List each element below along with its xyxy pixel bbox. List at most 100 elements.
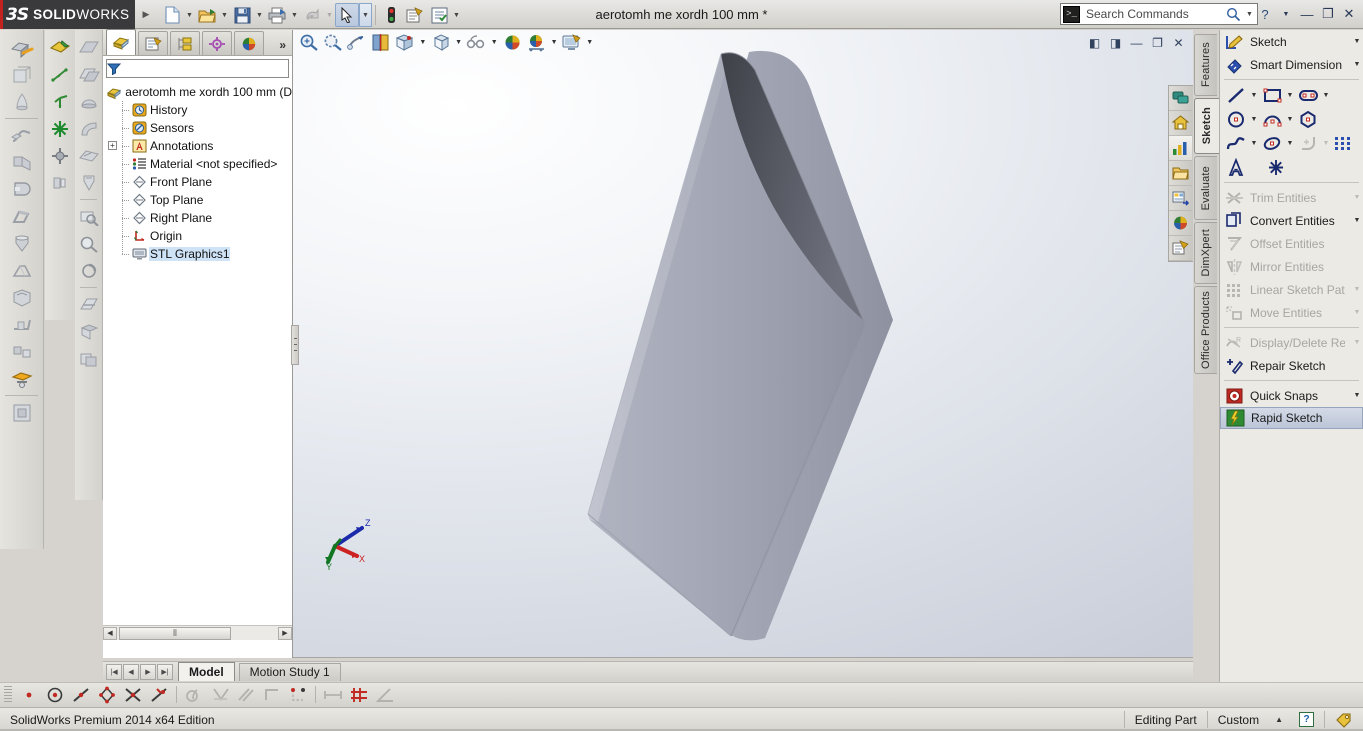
restore-right-icon[interactable]: ◨: [1106, 34, 1125, 52]
traffic-light-icon[interactable]: [379, 3, 403, 27]
minimize-document-button[interactable]: —: [1127, 34, 1146, 52]
units-caret-icon[interactable]: ▲: [1269, 715, 1289, 724]
point-star-icon[interactable]: [45, 115, 74, 142]
select-tool-button[interactable]: ▼: [335, 3, 372, 27]
tabs-overflow-chevron-icon[interactable]: »: [279, 38, 286, 55]
appearances-sphere-icon[interactable]: [1169, 211, 1192, 236]
nearest-icon[interactable]: [146, 684, 172, 706]
cursor-arrow-icon[interactable]: [335, 3, 359, 27]
close-document-button[interactable]: ✕: [1169, 34, 1188, 52]
plane-icon[interactable]: [75, 34, 102, 61]
polygon-tool-button[interactable]: [1296, 108, 1320, 130]
tab-evaluate[interactable]: Evaluate: [1194, 156, 1217, 220]
rotate-view-icon[interactable]: [75, 257, 102, 284]
tree-item-stl-graphics[interactable]: STL Graphics1: [107, 245, 292, 263]
feature-tree-horizontal-scrollbar[interactable]: ◀ ⦀ ▶: [103, 625, 292, 640]
convert-entities-button[interactable]: Convert Entities ▼: [1220, 209, 1363, 232]
hide-show-glasses-icon[interactable]: [465, 31, 488, 54]
next-tab-button[interactable]: ▶: [140, 663, 156, 680]
sketch-plane-icon[interactable]: [45, 34, 74, 61]
move-entities-caret-icon[interactable]: ▼: [1351, 309, 1363, 316]
tree-item-top-plane[interactable]: Top Plane: [107, 191, 292, 209]
point-dot-icon[interactable]: [16, 684, 42, 706]
tab-sketch[interactable]: Sketch: [1194, 98, 1219, 154]
open-folder-icon[interactable]: [195, 3, 219, 27]
planar-surface-icon[interactable]: [75, 142, 102, 169]
line-tool-caret-icon[interactable]: ▼: [1248, 92, 1260, 99]
apply-scene-icon[interactable]: [525, 31, 548, 54]
arc-tool-caret-icon[interactable]: ▼: [1284, 116, 1296, 123]
length-icon[interactable]: [320, 684, 346, 706]
slot-tool-button[interactable]: ▼: [1296, 84, 1332, 106]
section-view-icon[interactable]: [369, 31, 392, 54]
ellipse-tool-caret-icon[interactable]: ▼: [1284, 140, 1296, 147]
linear-sketch-pattern-caret-icon[interactable]: ▼: [1351, 286, 1363, 293]
dimxpert-target-icon[interactable]: [202, 31, 232, 55]
3d-sketch-icon[interactable]: [45, 61, 74, 88]
checklist-icon[interactable]: [427, 3, 451, 27]
revolved-surface-icon[interactable]: [75, 88, 102, 115]
angle-icon[interactable]: [372, 684, 398, 706]
tree-item-annotations[interactable]: + Annotations: [107, 137, 292, 155]
sketch-button[interactable]: Sketch ▼: [1220, 30, 1363, 53]
toolbar-grip[interactable]: [4, 685, 12, 704]
print-document-caret-icon[interactable]: ▼: [289, 3, 300, 27]
ellipse-tool-button[interactable]: ▼: [1260, 132, 1296, 154]
chamfer-icon[interactable]: [0, 203, 43, 230]
zoom-area-icon[interactable]: [75, 230, 102, 257]
tree-item-front-plane[interactable]: Front Plane: [107, 173, 292, 191]
undo-button[interactable]: ▼: [300, 3, 335, 27]
tree-item-material[interactable]: Material <not specified>: [107, 155, 292, 173]
folder-icon[interactable]: [1169, 161, 1192, 186]
fillet-icon[interactable]: [0, 176, 43, 203]
center-mark-icon[interactable]: [45, 142, 74, 169]
zoom-fit-icon[interactable]: [75, 203, 102, 230]
feature-manager-tab[interactable]: [106, 29, 136, 55]
rebuild-button[interactable]: [379, 3, 403, 27]
fastening-icon[interactable]: [45, 169, 74, 196]
select-tool-caret-icon[interactable]: ▼: [359, 3, 372, 27]
zoom-area-icon[interactable]: [321, 31, 344, 54]
custom-properties-button[interactable]: ▼: [427, 3, 462, 27]
line-tool-button[interactable]: ▼: [1224, 84, 1260, 106]
text-tool-button[interactable]: [1224, 156, 1248, 178]
hide-show-icon[interactable]: [75, 345, 102, 372]
horizontal-vertical-icon[interactable]: [259, 684, 285, 706]
shell-icon[interactable]: [0, 284, 43, 311]
open-document-button[interactable]: ▼: [195, 3, 230, 27]
tree-item-sensors[interactable]: Sensors: [107, 119, 292, 137]
search-input[interactable]: Search Commands: [1080, 7, 1226, 21]
new-file-icon[interactable]: [160, 3, 184, 27]
restore-document-button[interactable]: ❐: [1148, 34, 1167, 52]
quick-snaps-caret-icon[interactable]: ▼: [1351, 392, 1363, 399]
units-indicator[interactable]: Custom: [1208, 709, 1269, 731]
panel-splitter-handle[interactable]: [291, 325, 299, 365]
tab-motion-study-1[interactable]: Motion Study 1: [238, 662, 341, 681]
previous-view-icon[interactable]: [345, 31, 368, 54]
hv-points-icon[interactable]: [285, 684, 311, 706]
extrude-boss-icon[interactable]: [0, 34, 43, 61]
reference-geometry-icon[interactable]: [0, 365, 43, 392]
trim-entities-caret-icon[interactable]: ▼: [1351, 194, 1363, 201]
rectangle-tool-button[interactable]: ▼: [1260, 84, 1296, 106]
tree-item-origin[interactable]: Origin: [107, 227, 292, 245]
search-caret-icon[interactable]: ▼: [1244, 11, 1255, 18]
knit-surface-icon[interactable]: [75, 169, 102, 196]
point-tool-button[interactable]: [1264, 156, 1288, 178]
status-help-badge[interactable]: ?: [1289, 709, 1324, 731]
last-tab-button[interactable]: ▶|: [157, 663, 173, 680]
slot-tool-caret-icon[interactable]: ▼: [1320, 92, 1332, 99]
tab-model[interactable]: Model: [178, 662, 235, 681]
rectangle-tool-caret-icon[interactable]: ▼: [1284, 92, 1296, 99]
display-style-icon[interactable]: [75, 318, 102, 345]
midpoint-line-icon[interactable]: [68, 684, 94, 706]
arc-tool-button[interactable]: ▼: [1260, 108, 1296, 130]
display-style-cube-icon[interactable]: [429, 31, 452, 54]
custom-properties-icon[interactable]: [1169, 236, 1192, 261]
display-delete-relations-caret-icon[interactable]: ▼: [1351, 339, 1363, 346]
view-settings-icon[interactable]: [560, 31, 583, 54]
offset-entities-button[interactable]: Offset Entities: [1220, 232, 1363, 255]
view-settings-caret-icon[interactable]: ▼: [584, 31, 595, 54]
move-face-icon[interactable]: [0, 399, 43, 426]
quadrant-icon[interactable]: [94, 684, 120, 706]
